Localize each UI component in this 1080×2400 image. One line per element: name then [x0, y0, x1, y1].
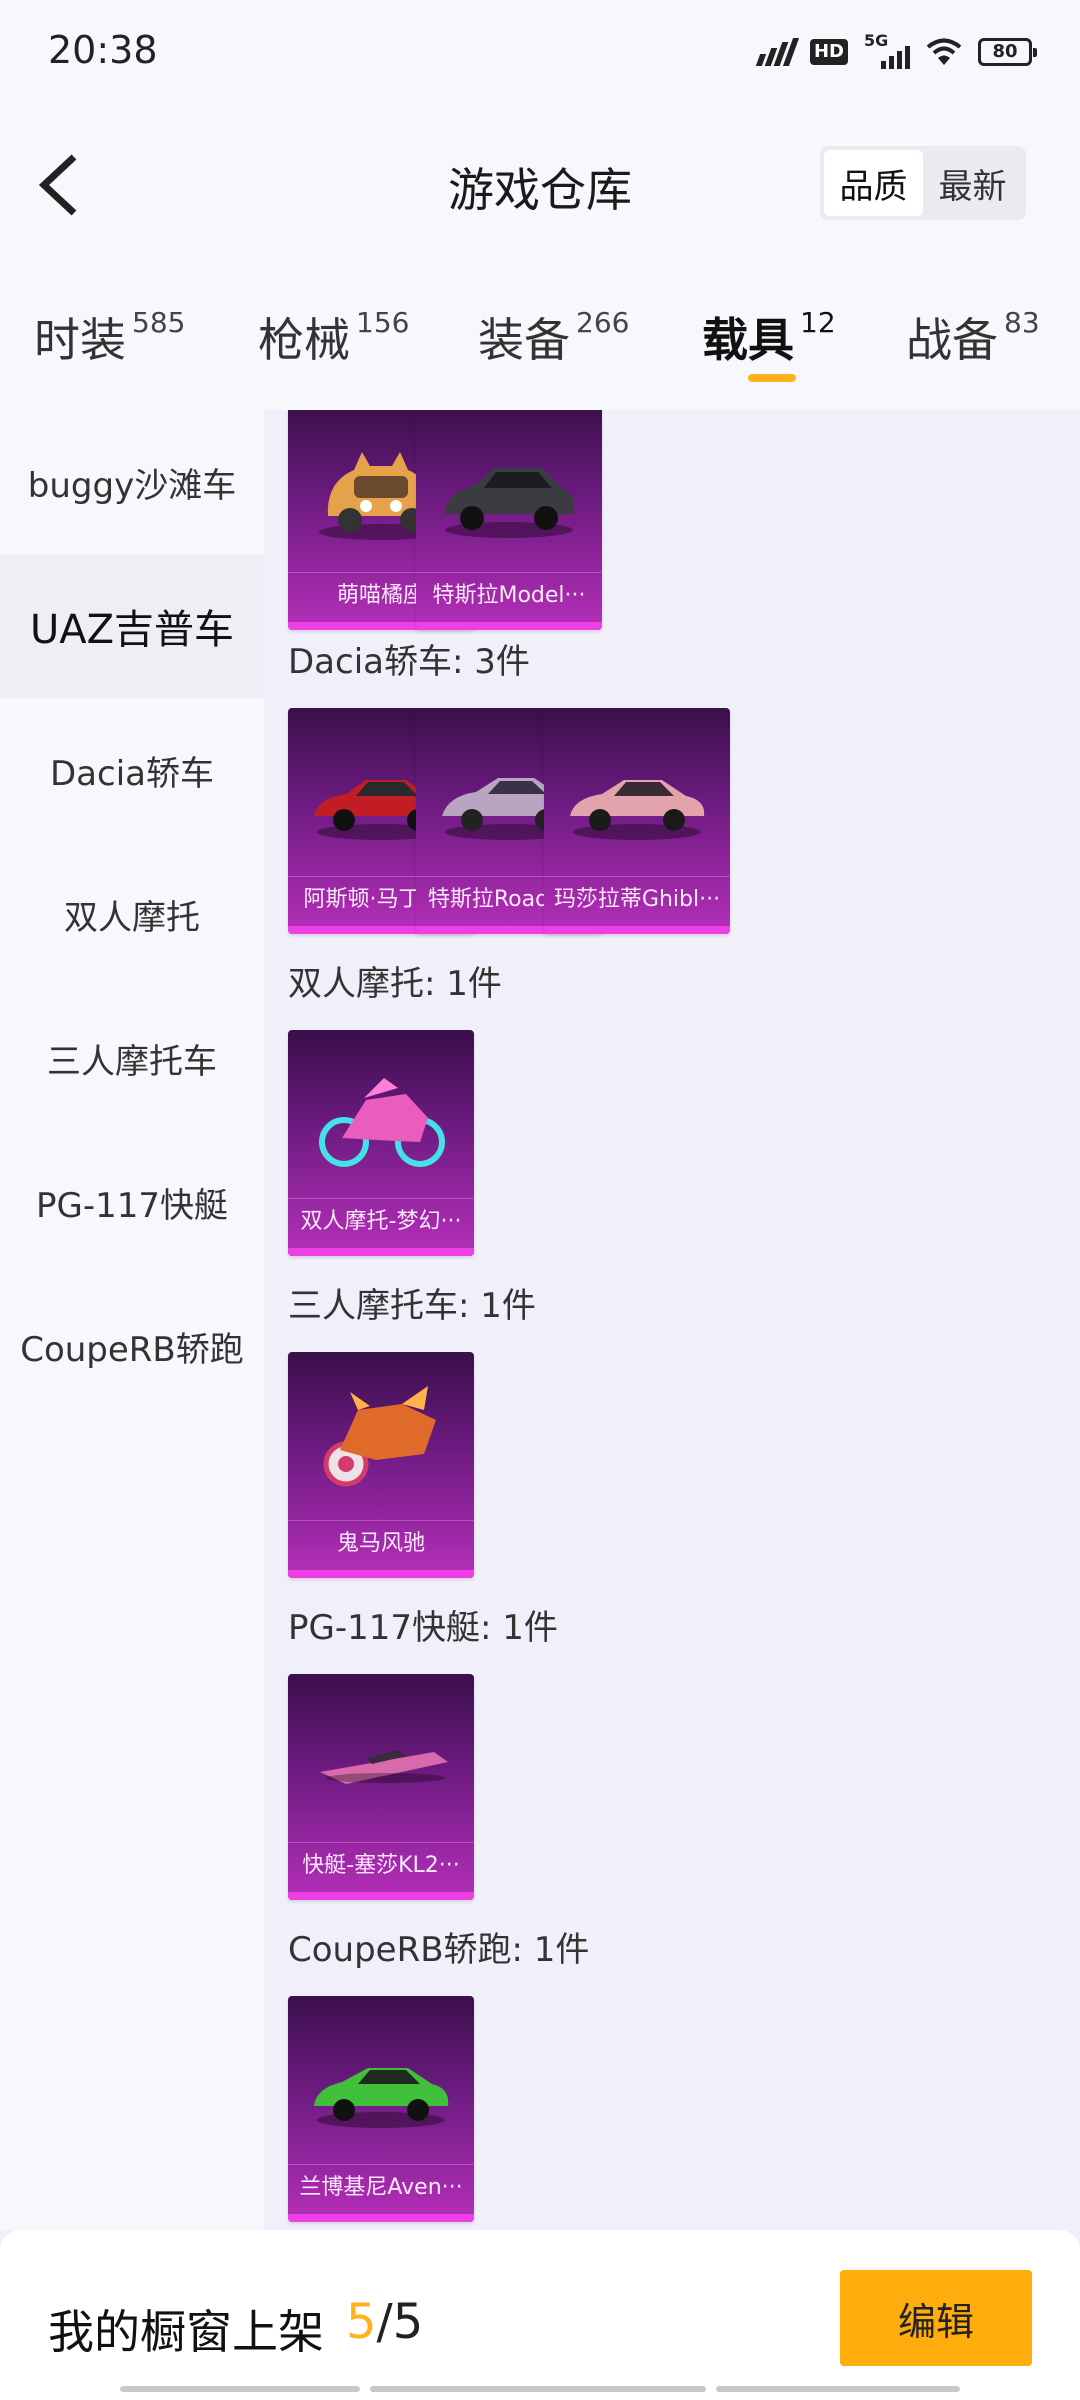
- vehicle-image: [320, 1750, 448, 1784]
- nav-indicator: [716, 2386, 960, 2392]
- sidebar-item-buggy[interactable]: buggy沙滩车: [0, 410, 264, 554]
- vehicle-name: 快艇-塞莎KL2···: [288, 1842, 474, 1888]
- tab-label: 时装: [34, 313, 126, 367]
- vehicle-card[interactable]: 鬼马风驰: [288, 1352, 474, 1578]
- tab-label: 装备: [478, 313, 570, 367]
- vehicle-image: [323, 1386, 436, 1487]
- vehicle-card[interactable]: 快艇-塞莎KL2···: [288, 1674, 474, 1900]
- tab-equipment[interactable]: 装备 266: [478, 304, 630, 367]
- tab-label: 枪械: [258, 313, 350, 367]
- category-tabs: 时装 585 枪械 156 装备 266 载具 12 战备 83: [0, 270, 1080, 410]
- nav-indicator: [120, 2386, 360, 2392]
- hd-icon: HD: [809, 39, 848, 65]
- sort-toggle: 品质 最新: [820, 146, 1026, 220]
- tab-guns[interactable]: 枪械 156: [258, 304, 410, 367]
- sidebar-item-uaz[interactable]: UAZ吉普车: [0, 554, 264, 698]
- tab-vehicles[interactable]: 载具 12: [702, 304, 836, 367]
- showcase-used-count: 5: [346, 2294, 377, 2350]
- signal-icon: [755, 38, 800, 66]
- sidebar-item-two-seat-moto[interactable]: 双人摩托: [0, 842, 264, 986]
- section-title: Dacia轿车: 3件: [288, 642, 530, 682]
- vehicle-name: 兰博基尼Aven···: [288, 2164, 474, 2210]
- vehicle-list: 萌喵橘座 特斯拉Model··· Dacia轿车: 3件 阿斯顿·马丁D··· …: [264, 410, 1080, 2230]
- tab-count: 156: [356, 306, 410, 339]
- section-title: CoupeRB轿跑: 1件: [288, 1930, 590, 1970]
- sort-quality-button[interactable]: 品质: [824, 150, 923, 216]
- active-tab-indicator: [748, 374, 796, 382]
- tab-count: 266: [576, 306, 630, 339]
- section-title: PG-117快艇: 1件: [288, 1608, 558, 1648]
- vehicle-name: 鬼马风驰: [288, 1520, 474, 1566]
- sidebar-item-pg117-boat[interactable]: PG-117快艇: [0, 1130, 264, 1274]
- sort-newest-button[interactable]: 最新: [923, 150, 1022, 216]
- tab-fashion[interactable]: 时装 585: [34, 304, 186, 367]
- showcase-total-count: /5: [376, 2294, 424, 2350]
- edit-button[interactable]: 编辑: [840, 2270, 1032, 2366]
- vehicle-type-sidebar: buggy沙滩车 UAZ吉普车 Dacia轿车 双人摩托 三人摩托车 PG-11…: [0, 410, 264, 2230]
- vehicle-image: [319, 1078, 445, 1167]
- vehicle-card[interactable]: 双人摩托-梦幻···: [288, 1030, 474, 1256]
- wifi-icon: [926, 38, 962, 66]
- status-icons: HD 5G 80: [755, 31, 1037, 70]
- vehicle-name: 双人摩托-梦幻···: [288, 1198, 474, 1244]
- nav-indicator: [370, 2386, 706, 2392]
- battery-icon: 80: [978, 38, 1037, 66]
- vehicle-name: 特斯拉Model···: [416, 572, 602, 618]
- vehicle-card[interactable]: 兰博基尼Aven···: [288, 1996, 474, 2222]
- tab-battle-supplies[interactable]: 战备 83: [906, 304, 1040, 367]
- status-bar: 20:38 HD 5G 80: [0, 0, 1080, 100]
- sidebar-item-three-seat-moto[interactable]: 三人摩托车: [0, 986, 264, 1130]
- vehicle-card[interactable]: 特斯拉Model···: [416, 410, 602, 630]
- status-time: 20:38: [48, 28, 158, 72]
- vehicle-name: 玛莎拉蒂Ghibl···: [544, 876, 730, 922]
- tab-count: 585: [132, 306, 186, 339]
- header: 游戏仓库 品质 最新: [0, 100, 1080, 270]
- section-title: 双人摩托: 1件: [288, 964, 502, 1004]
- sidebar-item-dacia[interactable]: Dacia轿车: [0, 698, 264, 842]
- vehicle-image: [570, 780, 705, 840]
- 5g-signal-icon: 5G: [864, 31, 910, 69]
- section-title: 三人摩托车: 1件: [288, 1286, 536, 1326]
- showcase-label: 我的橱窗上架: [48, 2305, 324, 2359]
- vehicle-card[interactable]: 玛莎拉蒂Ghibl···: [544, 708, 730, 934]
- tab-label: 战备: [906, 313, 998, 367]
- bottom-bar: 我的橱窗上架 5/5 编辑: [0, 2230, 1080, 2400]
- tab-label: 载具: [702, 313, 794, 367]
- tab-count: 83: [1004, 306, 1040, 339]
- tab-count: 12: [800, 306, 836, 339]
- showcase-count: 5/5: [346, 2294, 423, 2350]
- vehicle-image: [444, 468, 575, 538]
- vehicle-image: [314, 2068, 449, 2128]
- sidebar-item-couperb[interactable]: CoupeRB轿跑: [0, 1274, 264, 1418]
